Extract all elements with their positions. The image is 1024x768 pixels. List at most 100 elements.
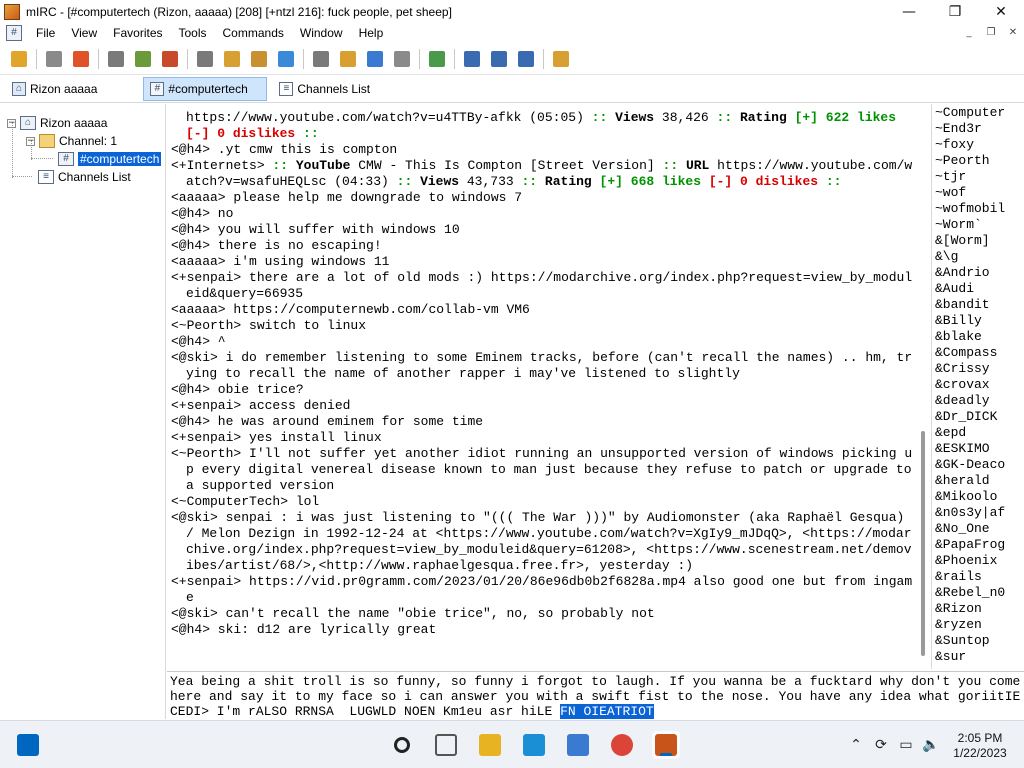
- nicklist-item[interactable]: ~Computer: [935, 105, 1005, 121]
- nicklist-item[interactable]: &Compass: [935, 345, 1005, 361]
- mdi-close-button[interactable]: ✕: [1002, 24, 1024, 42]
- nicklist-item[interactable]: &Audi: [935, 281, 1005, 297]
- active-app-indicator: [660, 753, 672, 756]
- nicklist-item[interactable]: &Suntop: [935, 633, 1005, 649]
- taskbar-file-explorer-button[interactable]: [476, 731, 504, 759]
- nicklist-item[interactable]: ~Peorth: [935, 153, 1005, 169]
- cascade-button[interactable]: [515, 48, 537, 70]
- nicklist-item[interactable]: ~End3r: [935, 121, 1005, 137]
- taskbar-mirc-button[interactable]: [652, 731, 680, 759]
- taskbar-search-button[interactable]: [388, 731, 416, 759]
- options-button[interactable]: [43, 48, 65, 70]
- nicklist-item[interactable]: &Rebel_n0: [935, 585, 1005, 601]
- menu-file[interactable]: File: [28, 23, 63, 43]
- menu-tools[interactable]: Tools: [171, 23, 215, 43]
- taskbar-clock[interactable]: 2:05 PM 1/22/2023: [950, 731, 1010, 761]
- nicklist-item[interactable]: &GK-Deaco: [935, 457, 1005, 473]
- collapse-toggle-icon[interactable]: −: [7, 118, 16, 128]
- nicklist-item[interactable]: &\g: [935, 249, 1005, 265]
- tree-channel-computertech[interactable]: # #computertech: [58, 150, 162, 168]
- mdi-minimize-button[interactable]: _: [958, 24, 980, 42]
- taskbar-start-button[interactable]: [14, 731, 42, 759]
- nicklist-item[interactable]: &Mikoolo: [935, 489, 1005, 505]
- nicklist-item[interactable]: &Andrio: [935, 265, 1005, 281]
- address-book-button[interactable]: [159, 48, 181, 70]
- channel-list-button[interactable]: [105, 48, 127, 70]
- maximize-button[interactable]: ❐: [932, 0, 978, 23]
- nicklist-item[interactable]: &Billy: [935, 313, 1005, 329]
- nicklist-item[interactable]: ~tjr: [935, 169, 1005, 185]
- nicklist-item[interactable]: &ESKIMO: [935, 441, 1005, 457]
- menu-favorites[interactable]: Favorites: [105, 23, 170, 43]
- chat-message-segment: <aaaaa> https://computernewb.com/collab-…: [171, 302, 530, 317]
- taskbar-edge-button[interactable]: [520, 731, 548, 759]
- url-list-button[interactable]: [364, 48, 386, 70]
- nicklist[interactable]: ~Computer ~End3r ~foxy ~Peorth ~tjr ~wof ~wofm…: [931, 104, 1024, 669]
- nicklist-item[interactable]: &Crissy: [935, 361, 1005, 377]
- collapse-toggle-icon[interactable]: −: [26, 136, 35, 146]
- volume-icon[interactable]: 🔈: [920, 734, 942, 756]
- dcc-send-button[interactable]: [248, 48, 270, 70]
- nicklist-item[interactable]: &epd: [935, 425, 1005, 441]
- chat-message-segment: [818, 174, 826, 189]
- nicklist-item[interactable]: &Phoenix: [935, 553, 1005, 569]
- colors-button[interactable]: [221, 48, 243, 70]
- taskbar-store-button[interactable]: [564, 731, 592, 759]
- connect-button[interactable]: [8, 48, 30, 70]
- nicklist-item[interactable]: &Dr_DICK: [935, 409, 1005, 425]
- menu-commands[interactable]: Commands: [215, 23, 292, 43]
- nicklist-item[interactable]: ~wof: [935, 185, 1005, 201]
- nicklist-item[interactable]: &bandit: [935, 297, 1005, 313]
- received-files-button[interactable]: [391, 48, 413, 70]
- dcc-chat-button[interactable]: [275, 48, 297, 70]
- nicklist-item[interactable]: &crovax: [935, 377, 1005, 393]
- connect-icon: [11, 50, 27, 67]
- switchbar-tab-channel[interactable]: # #computertech: [143, 76, 268, 101]
- tree-channels-list[interactable]: ≡ Channels List: [38, 168, 131, 186]
- nicklist-item[interactable]: &n0s3y|af: [935, 505, 1005, 521]
- taskbar-chrome-button[interactable]: [608, 731, 636, 759]
- scripts-editor-button[interactable]: [132, 48, 154, 70]
- help-button[interactable]: [550, 48, 572, 70]
- nicklist-item[interactable]: &PapaFrog: [935, 537, 1005, 553]
- nicklist-item[interactable]: &No_One: [935, 521, 1005, 537]
- nicklist-item[interactable]: &deadly: [935, 393, 1005, 409]
- show-hidden-icons-icon[interactable]: ⌃: [845, 734, 867, 756]
- tree-server-node[interactable]: − ⌂ Rizon aaaaa: [7, 114, 107, 132]
- menu-help[interactable]: Help: [351, 23, 392, 43]
- nicklist-item[interactable]: ~Worm`: [935, 217, 1005, 233]
- message-input[interactable]: Yea being a shit troll is so funny, so f…: [167, 671, 1024, 719]
- logs-button[interactable]: [426, 48, 448, 70]
- nicklist-item[interactable]: ~wofmobil: [935, 201, 1005, 217]
- close-button[interactable]: ✕: [978, 0, 1024, 23]
- tree-channel-folder[interactable]: − Channel: 1: [26, 132, 117, 150]
- nicklist-item[interactable]: &Rizon: [935, 601, 1005, 617]
- nicklist-item[interactable]: ~foxy: [935, 137, 1005, 153]
- chat-scrollbar[interactable]: [916, 104, 930, 669]
- tile-horizontal-button[interactable]: [461, 48, 483, 70]
- display-icon[interactable]: ▭: [895, 734, 917, 756]
- chat-window[interactable]: https://www.youtube.com/watch?v=u4TTBy-a…: [167, 104, 916, 669]
- switchbar-tab-server[interactable]: ⌂ Rizon aaaaa: [6, 77, 103, 101]
- online-timer-button[interactable]: [310, 48, 332, 70]
- chat-scrollbar-thumb[interactable]: [921, 431, 925, 656]
- nicklist-item[interactable]: &herald: [935, 473, 1005, 489]
- mirc-app-icon[interactable]: [4, 3, 20, 20]
- timer-button[interactable]: [194, 48, 216, 70]
- mdi-restore-button[interactable]: ❐: [980, 24, 1002, 42]
- menu-window[interactable]: Window: [292, 23, 351, 43]
- minimize-button[interactable]: —: [886, 0, 932, 23]
- nicklist-item[interactable]: &[Worm]: [935, 233, 1005, 249]
- channel-window-icon[interactable]: #: [6, 25, 22, 41]
- nicklist-item[interactable]: &sur: [935, 649, 1005, 665]
- notify-button[interactable]: [337, 48, 359, 70]
- nicklist-item[interactable]: &ryzen: [935, 617, 1005, 633]
- menu-view[interactable]: View: [63, 23, 105, 43]
- favorites-button[interactable]: [70, 48, 92, 70]
- nicklist-item[interactable]: &rails: [935, 569, 1005, 585]
- tile-vertical-button[interactable]: [488, 48, 510, 70]
- sync-icon[interactable]: ⟳: [870, 734, 892, 756]
- nicklist-item[interactable]: &blake: [935, 329, 1005, 345]
- switchbar-tab-channels-list[interactable]: ≡ Channels List: [273, 77, 376, 101]
- taskbar-task-view-button[interactable]: [432, 731, 460, 759]
